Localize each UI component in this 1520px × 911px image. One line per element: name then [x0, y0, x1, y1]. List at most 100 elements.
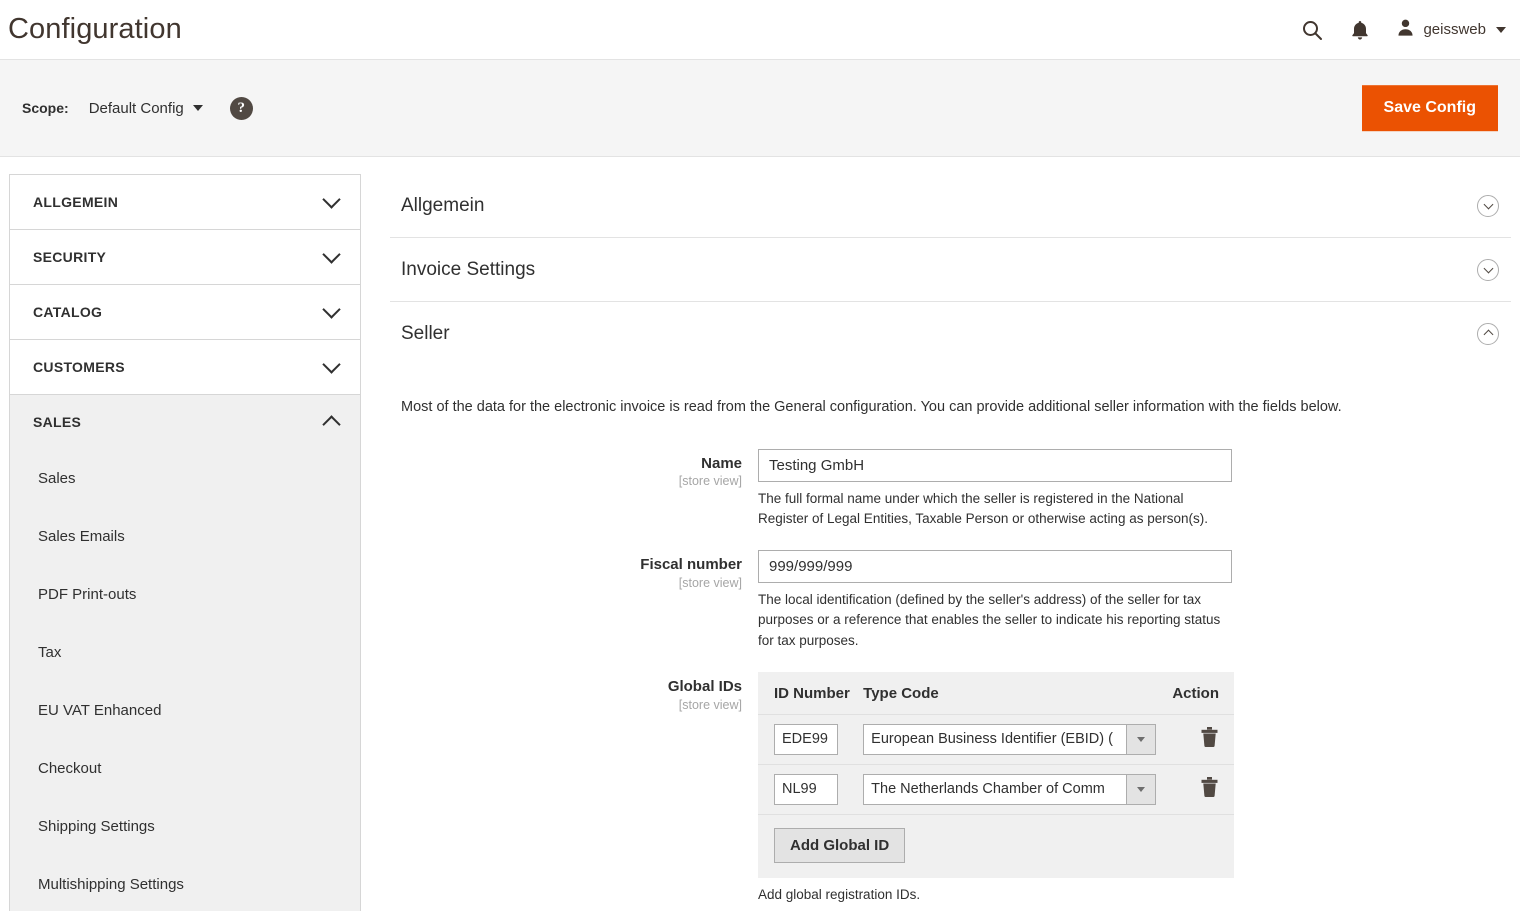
- sidebar-section-sales: SALES Sales Sales Emails PDF Print-outs …: [10, 395, 360, 911]
- chevron-up-icon: [322, 414, 341, 434]
- page-header: Configuration geissweb: [0, 0, 1520, 59]
- section-header-invoice-settings[interactable]: Invoice Settings: [390, 238, 1511, 301]
- field-scope-note: [store view]: [678, 697, 742, 712]
- seller-name-input[interactable]: [758, 448, 1232, 482]
- select-value: The Netherlands Chamber of Comm: [871, 781, 1105, 798]
- field-control-fiscal-number: The local identification (defined by the…: [758, 550, 1500, 651]
- field-label-text: Global IDs: [667, 677, 742, 695]
- field-row-global-ids: Global IDs [store view] ID Number Type C…: [401, 671, 1500, 902]
- global-id-number-input-1[interactable]: [774, 723, 838, 755]
- sidebar-item-customers[interactable]: CUSTOMERS: [10, 340, 360, 394]
- config-sidebar: ALLGEMEIN SECURITY CATALOG CUSTOMERS SAL…: [9, 174, 361, 911]
- field-scope-note: [store view]: [678, 575, 742, 590]
- sidebar-section-label: CUSTOMERS: [33, 359, 125, 375]
- chevron-down-icon: [1126, 724, 1156, 754]
- global-id-type-code-select-2[interactable]: The Netherlands Chamber of Comm: [863, 773, 1157, 805]
- field-control-global-ids: ID Number Type Code Action EDE99 Europea…: [758, 671, 1500, 902]
- global-ids-help-text: Add global registration IDs.: [758, 886, 921, 902]
- column-header-type-code: Type Code: [859, 671, 1157, 715]
- chevron-down-icon: [1126, 774, 1156, 804]
- field-row-name: Name [store view] The full formal name u…: [401, 448, 1500, 530]
- column-header-action: Action: [1156, 671, 1234, 715]
- seller-name-help-text: The full formal name under which the sel…: [758, 490, 1208, 526]
- section-invoice-settings: Invoice Settings: [390, 238, 1511, 302]
- seller-body: Most of the data for the electronic invo…: [390, 380, 1511, 902]
- field-scope-note: [store view]: [678, 474, 742, 489]
- user-avatar-icon: [1396, 18, 1415, 41]
- delete-row-icon-1[interactable]: [1201, 726, 1218, 752]
- global-id-number-input-2[interactable]: [774, 773, 838, 805]
- scope-switcher[interactable]: Default Config: [89, 100, 203, 117]
- sidebar-sublist-sales: Sales Sales Emails PDF Print-outs Tax EU…: [10, 449, 360, 911]
- scope-bar: Scope: Default Config ? Save Config: [0, 59, 1520, 157]
- sidebar-item-tax[interactable]: Tax: [10, 623, 360, 681]
- page-body: ALLGEMEIN SECURITY CATALOG CUSTOMERS SAL…: [0, 157, 1520, 911]
- user-name: geissweb: [1423, 21, 1486, 38]
- chevron-down-icon[interactable]: [1477, 194, 1499, 217]
- sidebar-item-eu-vat-enhanced[interactable]: EU VAT Enhanced: [10, 681, 360, 739]
- field-label-text: Fiscal number: [640, 556, 742, 574]
- select-value: European Business Identifier (EBID) (: [871, 731, 1113, 748]
- chevron-up-icon[interactable]: [1477, 322, 1499, 345]
- scope-selected-value: Default Config: [88, 99, 184, 117]
- sidebar-section-allgemein: ALLGEMEIN: [10, 175, 360, 230]
- section-title: Invoice Settings: [401, 258, 536, 280]
- field-row-fiscal-number: Fiscal number [store view] The local ide…: [401, 550, 1500, 651]
- sidebar-item-allgemein[interactable]: ALLGEMEIN: [10, 175, 360, 229]
- global-ids-table: ID Number Type Code Action EDE99 Europea…: [758, 671, 1234, 878]
- sidebar-section-customers: CUSTOMERS: [10, 340, 360, 395]
- delete-row-icon-2[interactable]: [1201, 776, 1218, 802]
- save-config-button[interactable]: Save Config: [1361, 85, 1498, 131]
- section-header-seller[interactable]: Seller: [390, 302, 1511, 365]
- seller-intro-text: Most of the data for the electronic invo…: [401, 398, 1342, 415]
- global-ids-table-head: ID Number Type Code Action: [758, 671, 1234, 715]
- sidebar-item-catalog[interactable]: CATALOG: [10, 285, 360, 339]
- global-ids-table-body: European Business Identifier (EBID) (: [758, 714, 1234, 878]
- user-menu[interactable]: geissweb: [1396, 18, 1506, 41]
- add-global-id-button[interactable]: Add Global ID: [774, 827, 906, 863]
- chevron-down-icon: [322, 355, 341, 374]
- chevron-down-icon: [1496, 26, 1506, 33]
- sidebar-item-pdf-print-outs[interactable]: PDF Print-outs: [10, 565, 360, 623]
- table-header-row: ID Number Type Code Action: [758, 671, 1234, 715]
- field-label-name: Name [store view]: [401, 449, 758, 489]
- sidebar-section-security: SECURITY: [10, 230, 360, 285]
- chevron-down-icon: [322, 300, 341, 319]
- field-control-name: The full formal name under which the sel…: [758, 448, 1500, 530]
- sidebar-section-label: CATALOG: [33, 304, 103, 320]
- table-add-row: Add Global ID: [758, 814, 1234, 878]
- section-title: Seller: [401, 322, 450, 344]
- section-title: Allgemein: [401, 194, 485, 216]
- page-title: Configuration: [8, 13, 182, 45]
- column-header-id-number: ID Number: [758, 671, 860, 715]
- sidebar-item-multishipping-settings[interactable]: Multishipping Settings: [10, 855, 360, 911]
- help-icon[interactable]: ?: [229, 96, 253, 120]
- table-row: The Netherlands Chamber of Comm: [758, 764, 1234, 815]
- field-label-fiscal-number: Fiscal number [store view]: [401, 550, 758, 590]
- chevron-down-icon[interactable]: [1477, 258, 1499, 281]
- table-row: European Business Identifier (EBID) (: [758, 714, 1234, 765]
- sidebar-section-label: SALES: [33, 414, 82, 430]
- sidebar-section-label: SECURITY: [33, 249, 107, 265]
- section-allgemein: Allgemein: [390, 174, 1511, 238]
- sidebar-item-checkout[interactable]: Checkout: [10, 739, 360, 797]
- sidebar-item-sales-emails[interactable]: Sales Emails: [10, 507, 360, 565]
- sidebar-item-security[interactable]: SECURITY: [10, 230, 360, 284]
- section-seller: Seller Most of the data for the electron…: [390, 302, 1511, 902]
- section-header-allgemein[interactable]: Allgemein: [390, 174, 1511, 237]
- config-main: Allgemein Invoice Settings Seller Most o…: [390, 174, 1511, 902]
- seller-fiscal-number-input[interactable]: [758, 550, 1232, 584]
- sidebar-item-sales-sales[interactable]: Sales: [10, 449, 360, 507]
- global-id-type-code-select-1[interactable]: European Business Identifier (EBID) (: [863, 723, 1157, 755]
- seller-fiscal-number-help-text: The local identification (defined by the…: [758, 592, 1221, 648]
- bell-icon[interactable]: [1350, 19, 1370, 41]
- scope-label: Scope:: [22, 100, 69, 116]
- search-icon[interactable]: [1300, 18, 1324, 42]
- sidebar-section-label: ALLGEMEIN: [33, 194, 119, 210]
- sidebar-item-shipping-settings[interactable]: Shipping Settings: [10, 797, 360, 855]
- header-actions: geissweb: [1300, 0, 1506, 59]
- chevron-down-icon: [322, 245, 341, 264]
- chevron-down-icon: [322, 190, 341, 209]
- chevron-down-icon: [192, 105, 203, 111]
- sidebar-item-sales[interactable]: SALES: [10, 395, 360, 449]
